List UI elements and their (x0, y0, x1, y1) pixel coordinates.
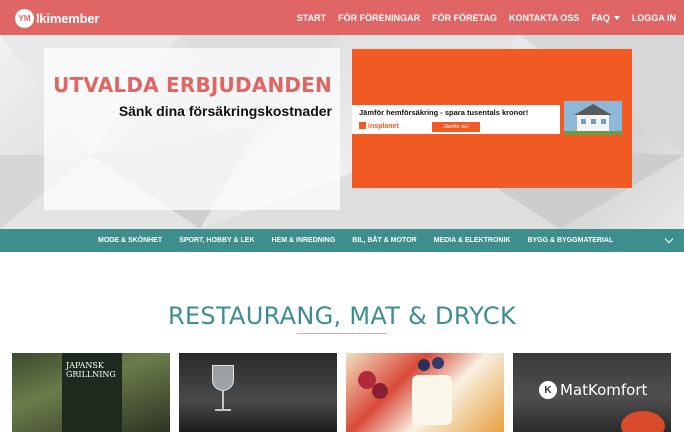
nav-kontakta-oss[interactable]: KONTAKTA OSS (509, 13, 579, 23)
matkomfort-logo: K MatKomfort (539, 381, 647, 399)
hero-banner: UTVALDA ERBJUDANDEN Sänk dina försäkring… (0, 35, 684, 229)
book-cover-image: JAPANSK GRILLNING (62, 353, 122, 432)
glass-stem (222, 391, 224, 409)
ad-content-strip: Jämför hemförsäkring - spara tusentals k… (352, 105, 560, 134)
offer-card-drinks[interactable] (179, 353, 337, 432)
category-bil-bat-motor[interactable]: BIL, BÅT & MOTOR (352, 237, 416, 244)
top-navigation-bar: YM lkimember START FÖR FÖRENINGAR FÖR FÖ… (0, 0, 684, 35)
nav-start[interactable]: START (297, 13, 326, 23)
section-title: RESTAURANG, MAT & DRYCK (167, 302, 517, 330)
hero-subtitle: Sänk dina försäkringskostnader (118, 103, 332, 119)
section-divider (297, 333, 387, 334)
hero-text-panel: UTVALDA ERBJUDANDEN Sänk dina försäkring… (44, 48, 340, 210)
nav-logga-in[interactable]: LOGGA IN (632, 13, 676, 23)
insplanet-logo-icon (359, 122, 366, 129)
matkomfort-brand: MatKomfort (560, 381, 648, 399)
cocktail-glass-image (212, 365, 234, 391)
blueberry-image (418, 359, 430, 371)
offer-card-japansk-grillning[interactable]: JAPANSK GRILLNING (12, 353, 170, 432)
grape-image (372, 383, 388, 399)
category-mode-skonhet[interactable]: MODE & SKÖNHET (98, 237, 162, 244)
nav-faq-label: FAQ (591, 12, 610, 23)
main-nav: START FÖR FÖRENINGAR FÖR FÖRETAG KONTAKT… (285, 0, 676, 35)
nav-for-foretag[interactable]: FÖR FÖRETAG (432, 13, 497, 23)
yogurt-glass-image (412, 375, 452, 425)
logo-text: lkimember (36, 10, 100, 26)
category-hem-inredning[interactable]: HEM & INREDNING (272, 237, 336, 244)
nav-faq-dropdown[interactable]: FAQ (591, 13, 620, 23)
offer-card-matkomfort[interactable]: K MatKomfort (513, 353, 671, 432)
ad-cta-button[interactable]: Jämför nu! (432, 122, 480, 132)
matkomfort-icon: K (539, 381, 557, 399)
house-icon (564, 101, 622, 135)
category-list: MODE & SKÖNHET SPORT, HOBBY & LEK HEM & … (98, 229, 630, 252)
category-media-elektronik[interactable]: MEDIA & ELEKTRONIK (434, 237, 511, 244)
offer-card-fruit[interactable] (346, 353, 504, 432)
insurance-ad-banner[interactable]: Jämför hemförsäkring - spara tusentals k… (352, 49, 632, 188)
site-logo[interactable]: YM lkimember (15, 8, 99, 28)
category-bygg-byggmaterial[interactable]: BYGG & BYGGMATERIAL (527, 237, 613, 244)
category-sport-hobby-lek[interactable]: SPORT, HOBBY & LEK (179, 237, 254, 244)
logo-icon: YM (15, 8, 34, 28)
chevron-down-icon[interactable] (664, 234, 674, 244)
hero-title: UTVALDA ERBJUDANDEN (53, 73, 332, 97)
glass-base (215, 409, 231, 411)
blueberry-image (432, 357, 444, 369)
book-title: JAPANSK GRILLNING (66, 361, 116, 379)
caret-down-icon (613, 16, 620, 21)
category-bar: MODE & SKÖNHET SPORT, HOBBY & LEK HEM & … (0, 229, 684, 252)
ad-brand-name: insplanet (368, 123, 399, 130)
ad-brand: insplanet (359, 122, 399, 130)
nav-for-foreningar[interactable]: FÖR FÖRENINGAR (338, 13, 420, 23)
ad-headline: Jämför hemförsäkring - spara tusentals k… (359, 108, 529, 117)
food-bowl-image (621, 411, 665, 432)
